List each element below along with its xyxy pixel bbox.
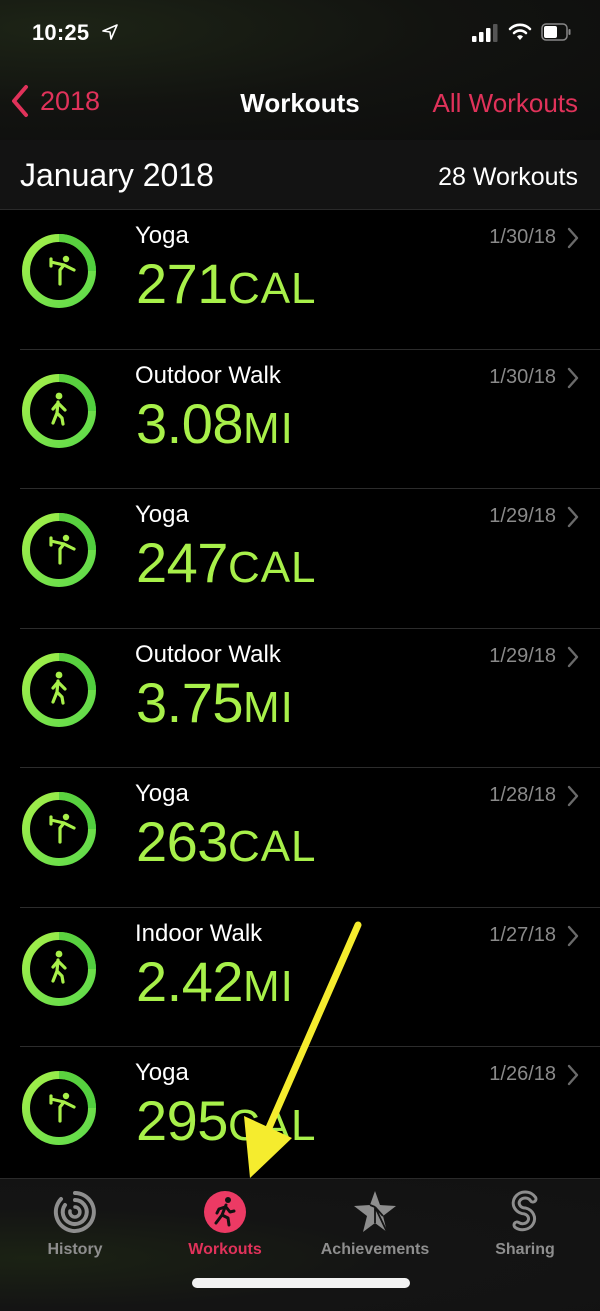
chevron-right-icon <box>567 227 579 249</box>
tab-workouts[interactable]: Workouts <box>150 1189 300 1259</box>
status-bar: 10:25 <box>0 0 600 66</box>
chevron-right-icon <box>567 1064 579 1086</box>
workout-row[interactable]: Yoga 247CAL 1/29/18 <box>0 489 600 629</box>
chevron-right-icon <box>567 925 579 946</box>
workout-date: 1/30/18 <box>489 365 556 388</box>
workout-type: Yoga <box>135 501 189 528</box>
workout-date: 1/28/18 <box>489 784 556 806</box>
workout-metric: 295CAL <box>136 1087 317 1154</box>
yoga-icon <box>49 813 76 844</box>
walk-icon <box>51 671 67 705</box>
workout-type: Yoga <box>135 222 189 249</box>
walk-icon <box>51 950 67 984</box>
battery-icon <box>541 23 571 41</box>
workout-metric-unit: CAL <box>227 1101 317 1150</box>
section-title: January 2018 <box>20 157 214 193</box>
workout-metric: 3.08MI <box>136 390 294 457</box>
chevron-right-icon <box>567 506 579 528</box>
yoga-icon <box>49 1092 76 1123</box>
workout-date: 1/27/18 <box>489 923 556 946</box>
workout-date: 1/30/18 <box>489 226 556 248</box>
workout-ring-icon <box>22 1071 96 1145</box>
workout-metric-value: 295 <box>136 1089 228 1152</box>
workout-metric-unit: CAL <box>227 822 317 871</box>
wifi-icon <box>508 23 532 40</box>
workout-ring-icon <box>22 792 96 866</box>
workout-row[interactable]: Yoga 263CAL 1/28/18 <box>0 768 600 908</box>
workout-date: 1/26/18 <box>489 1063 556 1085</box>
workout-row[interactable]: Outdoor Walk 3.75MI 1/29/18 <box>0 629 600 769</box>
workout-metric-value: 247 <box>136 531 228 594</box>
workouts-list: Yoga 271CAL 1/30/18 Outdoor Walk 3.08MI 1/30/… <box>0 210 600 1187</box>
cellular-signal-icon <box>472 24 498 42</box>
workout-metric: 263CAL <box>136 808 317 875</box>
workout-ring-icon <box>22 234 96 308</box>
workout-metric-value: 271 <box>136 252 228 315</box>
chevron-right-icon <box>567 785 579 807</box>
workout-row[interactable]: Yoga 271CAL 1/30/18 <box>0 210 600 350</box>
sharing-s-icon <box>511 1190 538 1232</box>
chevron-right-icon <box>567 367 579 388</box>
tab-bar: History Workouts Achievements Sharing <box>0 1178 600 1311</box>
tab-sharing[interactable]: Sharing <box>450 1189 600 1259</box>
walk-icon <box>51 392 67 426</box>
tab-workouts-label: Workouts <box>188 1241 262 1258</box>
workout-type: Yoga <box>135 780 189 807</box>
workout-metric: 3.75MI <box>136 669 294 736</box>
workout-ring-icon <box>22 652 96 727</box>
running-figure-icon <box>204 1191 246 1233</box>
yoga-icon <box>49 255 76 286</box>
workout-metric-unit: CAL <box>227 264 317 313</box>
workout-metric-value: 2.42 <box>136 949 244 1013</box>
workout-metric: 247CAL <box>136 529 317 596</box>
section-header: January 2018 28 Workouts <box>0 140 600 210</box>
workout-type: Outdoor Walk <box>135 361 281 389</box>
workout-metric-unit: MI <box>243 403 294 453</box>
tab-history[interactable]: History <box>0 1189 150 1259</box>
home-indicator[interactable] <box>192 1278 410 1288</box>
star-icon <box>354 1191 396 1233</box>
status-time: 10:25 <box>32 20 90 45</box>
tab-sharing-label: Sharing <box>495 1241 555 1258</box>
tab-history-label: History <box>47 1241 103 1258</box>
workout-date: 1/29/18 <box>489 505 556 527</box>
workout-metric: 2.42MI <box>136 948 294 1015</box>
workout-metric-unit: CAL <box>227 543 317 592</box>
workout-type: Yoga <box>135 1059 189 1086</box>
navigation-bar: 2018 Workouts All Workouts <box>0 70 600 136</box>
workout-metric-unit: MI <box>243 682 294 732</box>
workout-ring-icon <box>22 513 96 587</box>
yoga-icon <box>49 534 76 565</box>
workout-type: Indoor Walk <box>135 919 263 947</box>
workout-metric-unit: MI <box>243 961 294 1011</box>
workout-count: 28 Workouts <box>438 163 578 191</box>
workout-metric: 271CAL <box>136 250 317 317</box>
workout-date: 1/29/18 <box>489 644 556 667</box>
location-arrow-icon <box>102 24 118 40</box>
workout-ring-icon <box>22 373 96 448</box>
workout-row[interactable]: Outdoor Walk 3.08MI 1/30/18 <box>0 350 600 490</box>
workout-metric-value: 3.08 <box>136 391 244 455</box>
history-rings-icon <box>53 1191 96 1233</box>
tab-achievements[interactable]: Achievements <box>300 1189 450 1259</box>
workout-metric-value: 263 <box>136 810 228 873</box>
tab-achievements-label: Achievements <box>320 1241 430 1258</box>
workout-row[interactable]: Yoga 295CAL 1/26/18 <box>0 1047 600 1187</box>
chevron-right-icon <box>567 646 579 667</box>
workout-ring-icon <box>22 931 96 1006</box>
workout-row[interactable]: Indoor Walk 2.42MI 1/27/18 <box>0 908 600 1048</box>
workout-type: Outdoor Walk <box>135 640 281 668</box>
all-workouts-button[interactable]: All Workouts <box>433 88 578 119</box>
workout-metric-value: 3.75 <box>136 670 244 734</box>
